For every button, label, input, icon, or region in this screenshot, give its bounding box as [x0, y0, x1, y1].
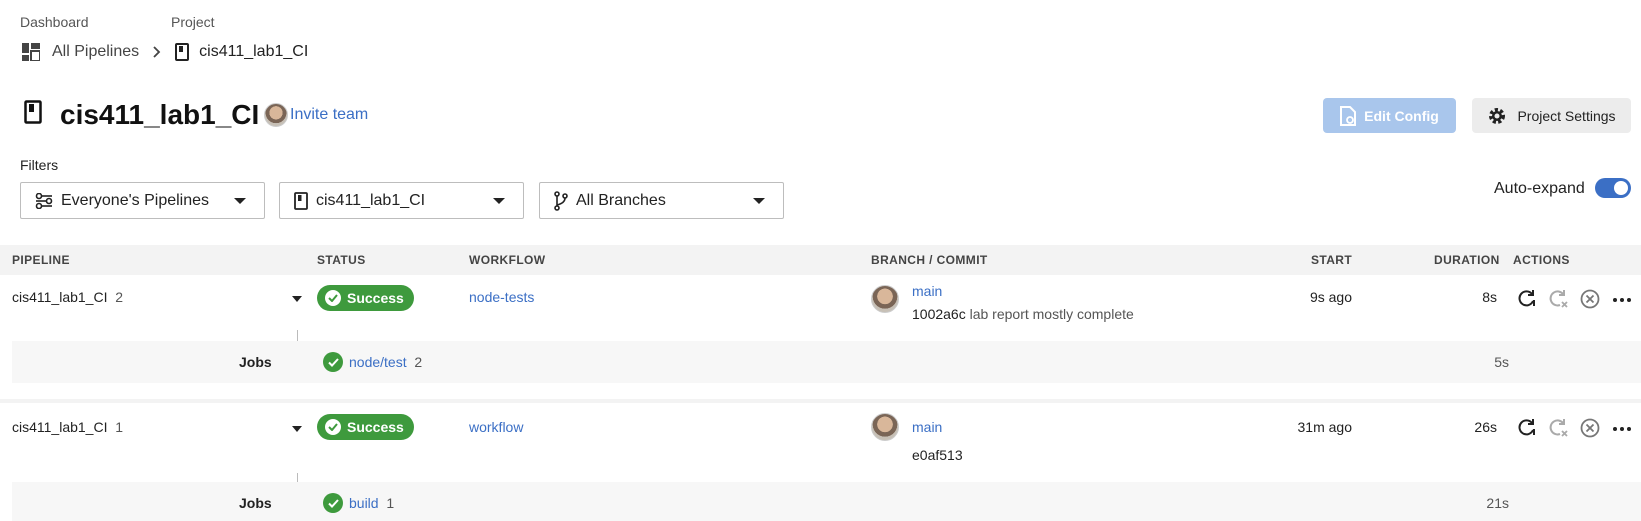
commit-message: lab report mostly complete [969, 306, 1134, 322]
project-filter-select[interactable]: cis411_lab1_CI [279, 182, 524, 219]
status-label: Success [347, 290, 404, 306]
pipeline-number: 2 [115, 289, 124, 305]
status-badge[interactable]: Success [317, 285, 414, 311]
job-success-icon [323, 493, 343, 513]
rerun-icon[interactable] [1517, 418, 1537, 441]
commit-hash[interactable]: e0af513 [912, 447, 963, 463]
avatar [264, 103, 288, 127]
auto-expand-label: Auto-expand [1494, 180, 1585, 197]
more-icon[interactable] [1613, 298, 1631, 302]
job-duration: 21s [1486, 495, 1509, 511]
project-settings-button[interactable]: Project Settings [1472, 98, 1631, 133]
column-header-start: START [1311, 253, 1353, 267]
job-link[interactable]: build 1 [349, 495, 394, 511]
column-header-workflow: WORKFLOW [469, 253, 546, 267]
project-bookmark-icon [294, 191, 316, 210]
breadcrumb-project-name[interactable]: cis411_lab1_CI [199, 43, 308, 61]
chevron-down-icon [753, 198, 765, 204]
cancel-icon[interactable] [1580, 418, 1600, 441]
page-title: cis411_lab1_CI [60, 99, 260, 130]
branches-filter-select[interactable]: All Branches [539, 182, 784, 219]
jobs-label: Jobs [239, 495, 272, 511]
status-badge[interactable]: Success [317, 414, 414, 440]
check-icon [325, 419, 341, 435]
pipelines-filter-value: Everyone's Pipelines [61, 191, 210, 209]
rerun-icon[interactable] [1517, 289, 1537, 312]
workflow-link[interactable]: workflow [469, 419, 523, 435]
breadcrumb-all-pipelines[interactable]: All Pipelines [52, 43, 139, 61]
expand-caret-icon[interactable] [292, 296, 302, 302]
branch-link[interactable]: main [912, 283, 942, 299]
dashboard-icon [22, 43, 40, 61]
project-bookmark-icon [175, 43, 190, 61]
table-row: cis411_lab1_CI 2 Success node-tests main… [0, 275, 1641, 340]
column-header-branch-commit: BRANCH / COMMIT [871, 253, 988, 267]
table-header: PIPELINE STATUS WORKFLOW BRANCH / COMMIT… [0, 245, 1641, 275]
chevron-down-icon [493, 198, 505, 204]
check-icon [325, 290, 341, 306]
duration: 26s [1474, 419, 1497, 435]
rerun-failed-icon[interactable] [1548, 418, 1568, 441]
pipeline-name[interactable]: cis411_lab1_CI 2 [12, 289, 123, 305]
chevron-right-icon [153, 46, 161, 58]
pipelines-filter-select[interactable]: Everyone's Pipelines [20, 182, 265, 219]
rerun-failed-icon[interactable] [1548, 289, 1568, 312]
avatar [871, 285, 899, 313]
gear-icon [1487, 106, 1507, 126]
breadcrumb: All Pipelines cis411_lab1_CI [22, 43, 308, 61]
auto-expand-toggle[interactable] [1595, 178, 1631, 198]
start-time: 9s ago [1309, 289, 1352, 305]
more-icon[interactable] [1613, 427, 1631, 431]
column-header-duration: DURATION [1434, 253, 1500, 267]
commit-info: e0af513 [912, 447, 963, 463]
breadcrumb-project-label: Project [171, 14, 215, 30]
avatar [871, 413, 899, 441]
column-header-status: STATUS [317, 253, 366, 267]
project-settings-label: Project Settings [1517, 107, 1616, 124]
project-bookmark-icon [24, 100, 42, 124]
edit-config-label: Edit Config [1364, 107, 1439, 124]
edit-config-button[interactable]: Edit Config [1323, 98, 1456, 133]
branch-link[interactable]: main [912, 419, 942, 435]
table-row: cis411_lab1_CI 1 Success workflow main e… [0, 405, 1641, 480]
pipeline-name[interactable]: cis411_lab1_CI 1 [12, 419, 123, 435]
commit-hash[interactable]: 1002a6c [912, 306, 966, 322]
job-link[interactable]: node/test 2 [349, 354, 422, 370]
pipeline-filter-icon [35, 192, 61, 209]
invite-team-link[interactable]: Invite team [290, 106, 368, 124]
status-label: Success [347, 419, 404, 435]
cancel-icon[interactable] [1580, 289, 1600, 312]
workflow-link[interactable]: node-tests [469, 289, 534, 305]
row-divider [0, 399, 1641, 403]
filters-label: Filters [20, 157, 59, 173]
jobs-row: Jobs node/test 2 5s [12, 341, 1641, 383]
breadcrumb-dashboard-label: Dashboard [20, 14, 89, 30]
job-duration: 5s [1494, 354, 1509, 370]
expand-caret-icon[interactable] [292, 426, 302, 432]
pipeline-number: 1 [115, 419, 124, 435]
column-header-pipeline: PIPELINE [12, 253, 70, 267]
column-header-actions: ACTIONS [1513, 253, 1570, 267]
start-time: 31m ago [1297, 419, 1352, 435]
job-success-icon [323, 352, 343, 372]
jobs-label: Jobs [239, 354, 272, 370]
file-gear-icon [1340, 105, 1357, 126]
jobs-row: Jobs build 1 21s [12, 482, 1641, 521]
branch-icon [554, 190, 576, 211]
chevron-down-icon [234, 198, 246, 204]
branches-filter-value: All Branches [576, 191, 666, 209]
commit-info: 1002a6c lab report mostly complete [912, 306, 1134, 322]
project-filter-value: cis411_lab1_CI [316, 191, 426, 209]
duration: 8s [1482, 289, 1497, 305]
